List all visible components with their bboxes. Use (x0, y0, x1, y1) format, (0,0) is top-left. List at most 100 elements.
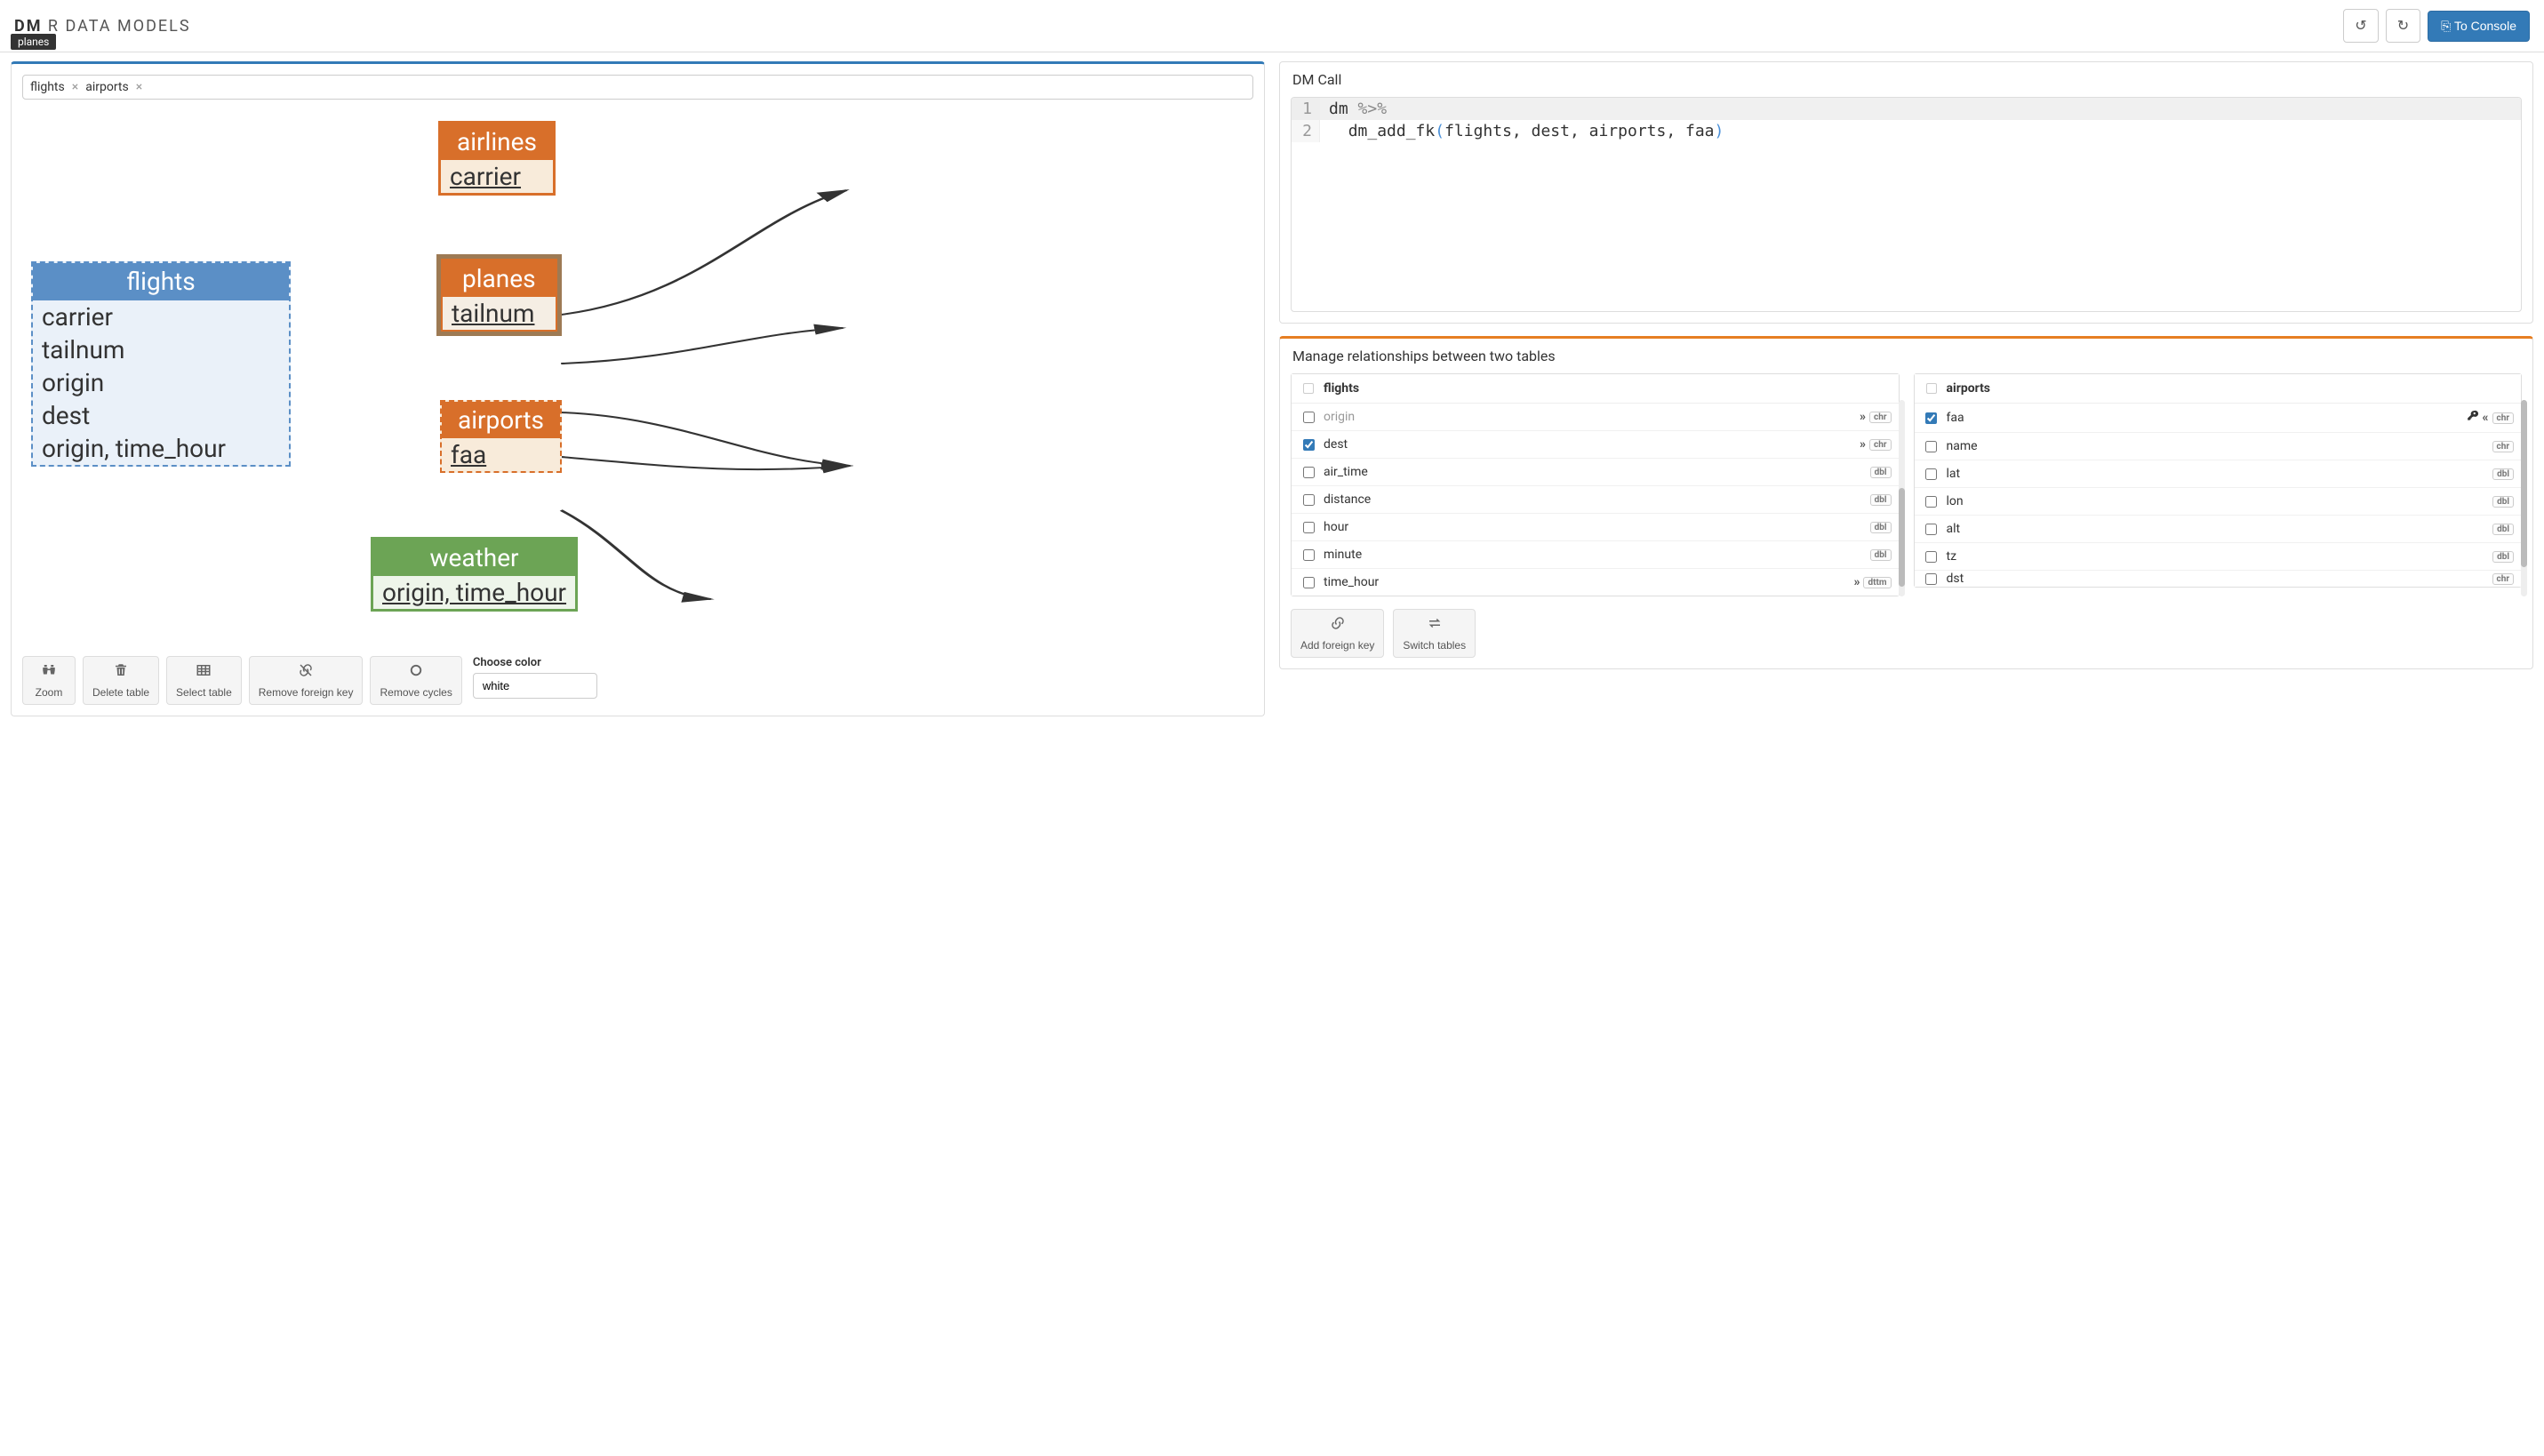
zoom-button[interactable]: Zoom (22, 656, 76, 705)
node-col[interactable]: tailnum (42, 333, 280, 366)
column-checkbox[interactable] (1303, 439, 1315, 451)
diagram-node-airports[interactable]: airports faa (440, 400, 562, 473)
rel-row[interactable]: faa «chr (1915, 404, 2522, 433)
diagram-node-airlines[interactable]: airlines carrier (438, 121, 556, 196)
rel-row[interactable]: origin»chr (1292, 404, 1899, 431)
type-badge: dttm (1863, 577, 1891, 588)
logo-bold: DM (14, 17, 42, 36)
to-console-button[interactable]: ⎘ To Console (2428, 11, 2530, 42)
column-checkbox[interactable] (1303, 494, 1315, 506)
node-col[interactable]: origin (42, 366, 280, 399)
rel-row[interactable]: namechr (1915, 433, 2522, 460)
logo: DM R DATA MODELS (14, 17, 191, 36)
rel-row[interactable]: air_timedbl (1292, 459, 1899, 486)
table-search[interactable]: flights × airports × (22, 75, 1253, 100)
type-badge: chr (1869, 412, 1891, 423)
logo-light: R DATA MODELS (42, 17, 190, 36)
undo-button[interactable]: ↺ (2343, 9, 2378, 43)
chevrons-right-icon: » (1853, 575, 1860, 589)
line-number: 1 (1292, 98, 1320, 120)
link-icon (1300, 615, 1374, 636)
scrollbar[interactable] (2521, 400, 2527, 596)
node-key[interactable]: tailnum (452, 297, 547, 330)
rel-row[interactable]: latdbl (1915, 460, 2522, 488)
rel-row[interactable]: altdbl (1915, 516, 2522, 543)
scrollbar[interactable] (1899, 400, 1905, 596)
relationships-title: Manage relationships between two tables (1280, 339, 2532, 373)
search-chip-flights[interactable]: flights × (30, 80, 78, 94)
code-editor[interactable]: 1 dm %>% 2 dm_add_fk(flights, dest, airp… (1291, 97, 2522, 312)
rel-row[interactable]: londbl (1915, 488, 2522, 516)
type-badge: chr (2492, 441, 2514, 452)
column-checkbox[interactable] (1925, 412, 1937, 424)
undo-icon: ↺ (2355, 19, 2366, 34)
swap-icon (1403, 615, 1466, 636)
column-name: dst (1941, 572, 2492, 586)
diagram-canvas[interactable]: flights carrier tailnum origin dest orig… (22, 110, 1253, 635)
rel-table-right: airports faa«chrnamechrlatdbllondblaltdb… (1914, 373, 2523, 588)
node-title: weather (373, 540, 575, 576)
column-checkbox[interactable] (1303, 549, 1315, 561)
column-checkbox[interactable] (1925, 551, 1937, 563)
rel-row[interactable]: minutedbl (1292, 541, 1899, 569)
diagram-node-flights[interactable]: flights carrier tailnum origin dest orig… (31, 261, 291, 467)
rel-row[interactable]: dstchr (1915, 571, 2522, 587)
column-name: minute (1318, 548, 1870, 562)
type-badge: chr (1869, 439, 1891, 451)
rel-row[interactable]: hourdbl (1292, 514, 1899, 541)
rel-table-name: flights (1318, 381, 1892, 396)
dm-call-title: DM Call (1280, 62, 2532, 97)
column-name: alt (1941, 522, 2493, 536)
column-checkbox[interactable] (1925, 573, 1937, 585)
remove-fk-button[interactable]: Remove foreign key (249, 656, 364, 705)
node-title: flights (33, 263, 289, 300)
type-badge: dbl (1870, 467, 1892, 478)
node-col[interactable]: dest (42, 399, 280, 432)
type-badge: dbl (2492, 551, 2514, 563)
type-badge: dbl (1870, 494, 1892, 506)
key-icon (2467, 410, 2479, 426)
search-chip-airports[interactable]: airports × (85, 80, 142, 94)
close-icon[interactable]: × (136, 80, 142, 94)
column-checkbox[interactable] (1925, 441, 1937, 452)
rel-row[interactable]: time_hour»dttm (1292, 569, 1899, 596)
node-key[interactable]: origin, time_hour (382, 576, 566, 609)
close-icon[interactable]: × (72, 80, 78, 94)
rel-row[interactable]: tzdbl (1915, 543, 2522, 571)
column-checkbox[interactable] (1925, 496, 1937, 508)
column-name: faa (1941, 411, 2467, 425)
node-key[interactable]: carrier (450, 160, 544, 193)
rel-row[interactable]: dest»chr (1292, 431, 1899, 459)
tooltip: planes (11, 34, 56, 50)
column-name: dest (1318, 437, 1860, 452)
switch-tables-button[interactable]: Switch tables (1393, 609, 1476, 658)
select-table-button[interactable]: Select table (166, 656, 242, 705)
diagram-node-weather[interactable]: weather origin, time_hour (371, 537, 578, 612)
column-checkbox[interactable] (1303, 577, 1315, 588)
node-col[interactable]: carrier (42, 300, 280, 333)
column-checkbox[interactable] (1925, 524, 1937, 535)
column-checkbox[interactable] (1303, 412, 1315, 423)
node-col[interactable]: origin, time_hour (42, 432, 280, 465)
node-key[interactable]: faa (451, 438, 551, 471)
checkbox-icon[interactable] (1303, 383, 1314, 394)
column-checkbox[interactable] (1925, 468, 1937, 480)
diagram-node-planes[interactable]: planes tailnum (436, 254, 562, 336)
add-fk-button[interactable]: Add foreign key (1291, 609, 1384, 658)
type-badge: chr (2492, 412, 2514, 424)
redo-button[interactable]: ↻ (2386, 9, 2420, 43)
column-name: hour (1318, 520, 1870, 534)
delete-table-button[interactable]: Delete table (83, 656, 159, 705)
chevrons-right-icon: » (1860, 437, 1866, 452)
node-title: airports (442, 402, 560, 438)
column-name: air_time (1318, 465, 1870, 479)
rel-table-name: airports (1941, 381, 2515, 396)
rel-row[interactable]: distancedbl (1292, 486, 1899, 514)
column-checkbox[interactable] (1303, 522, 1315, 533)
diagram-toolbar: Zoom Delete table Select table (12, 645, 1264, 716)
remove-cycles-button[interactable]: Remove cycles (370, 656, 461, 705)
checkbox-icon[interactable] (1926, 383, 1937, 394)
color-input[interactable] (473, 673, 597, 699)
column-checkbox[interactable] (1303, 467, 1315, 478)
chevrons-left-icon: « (2483, 411, 2489, 425)
